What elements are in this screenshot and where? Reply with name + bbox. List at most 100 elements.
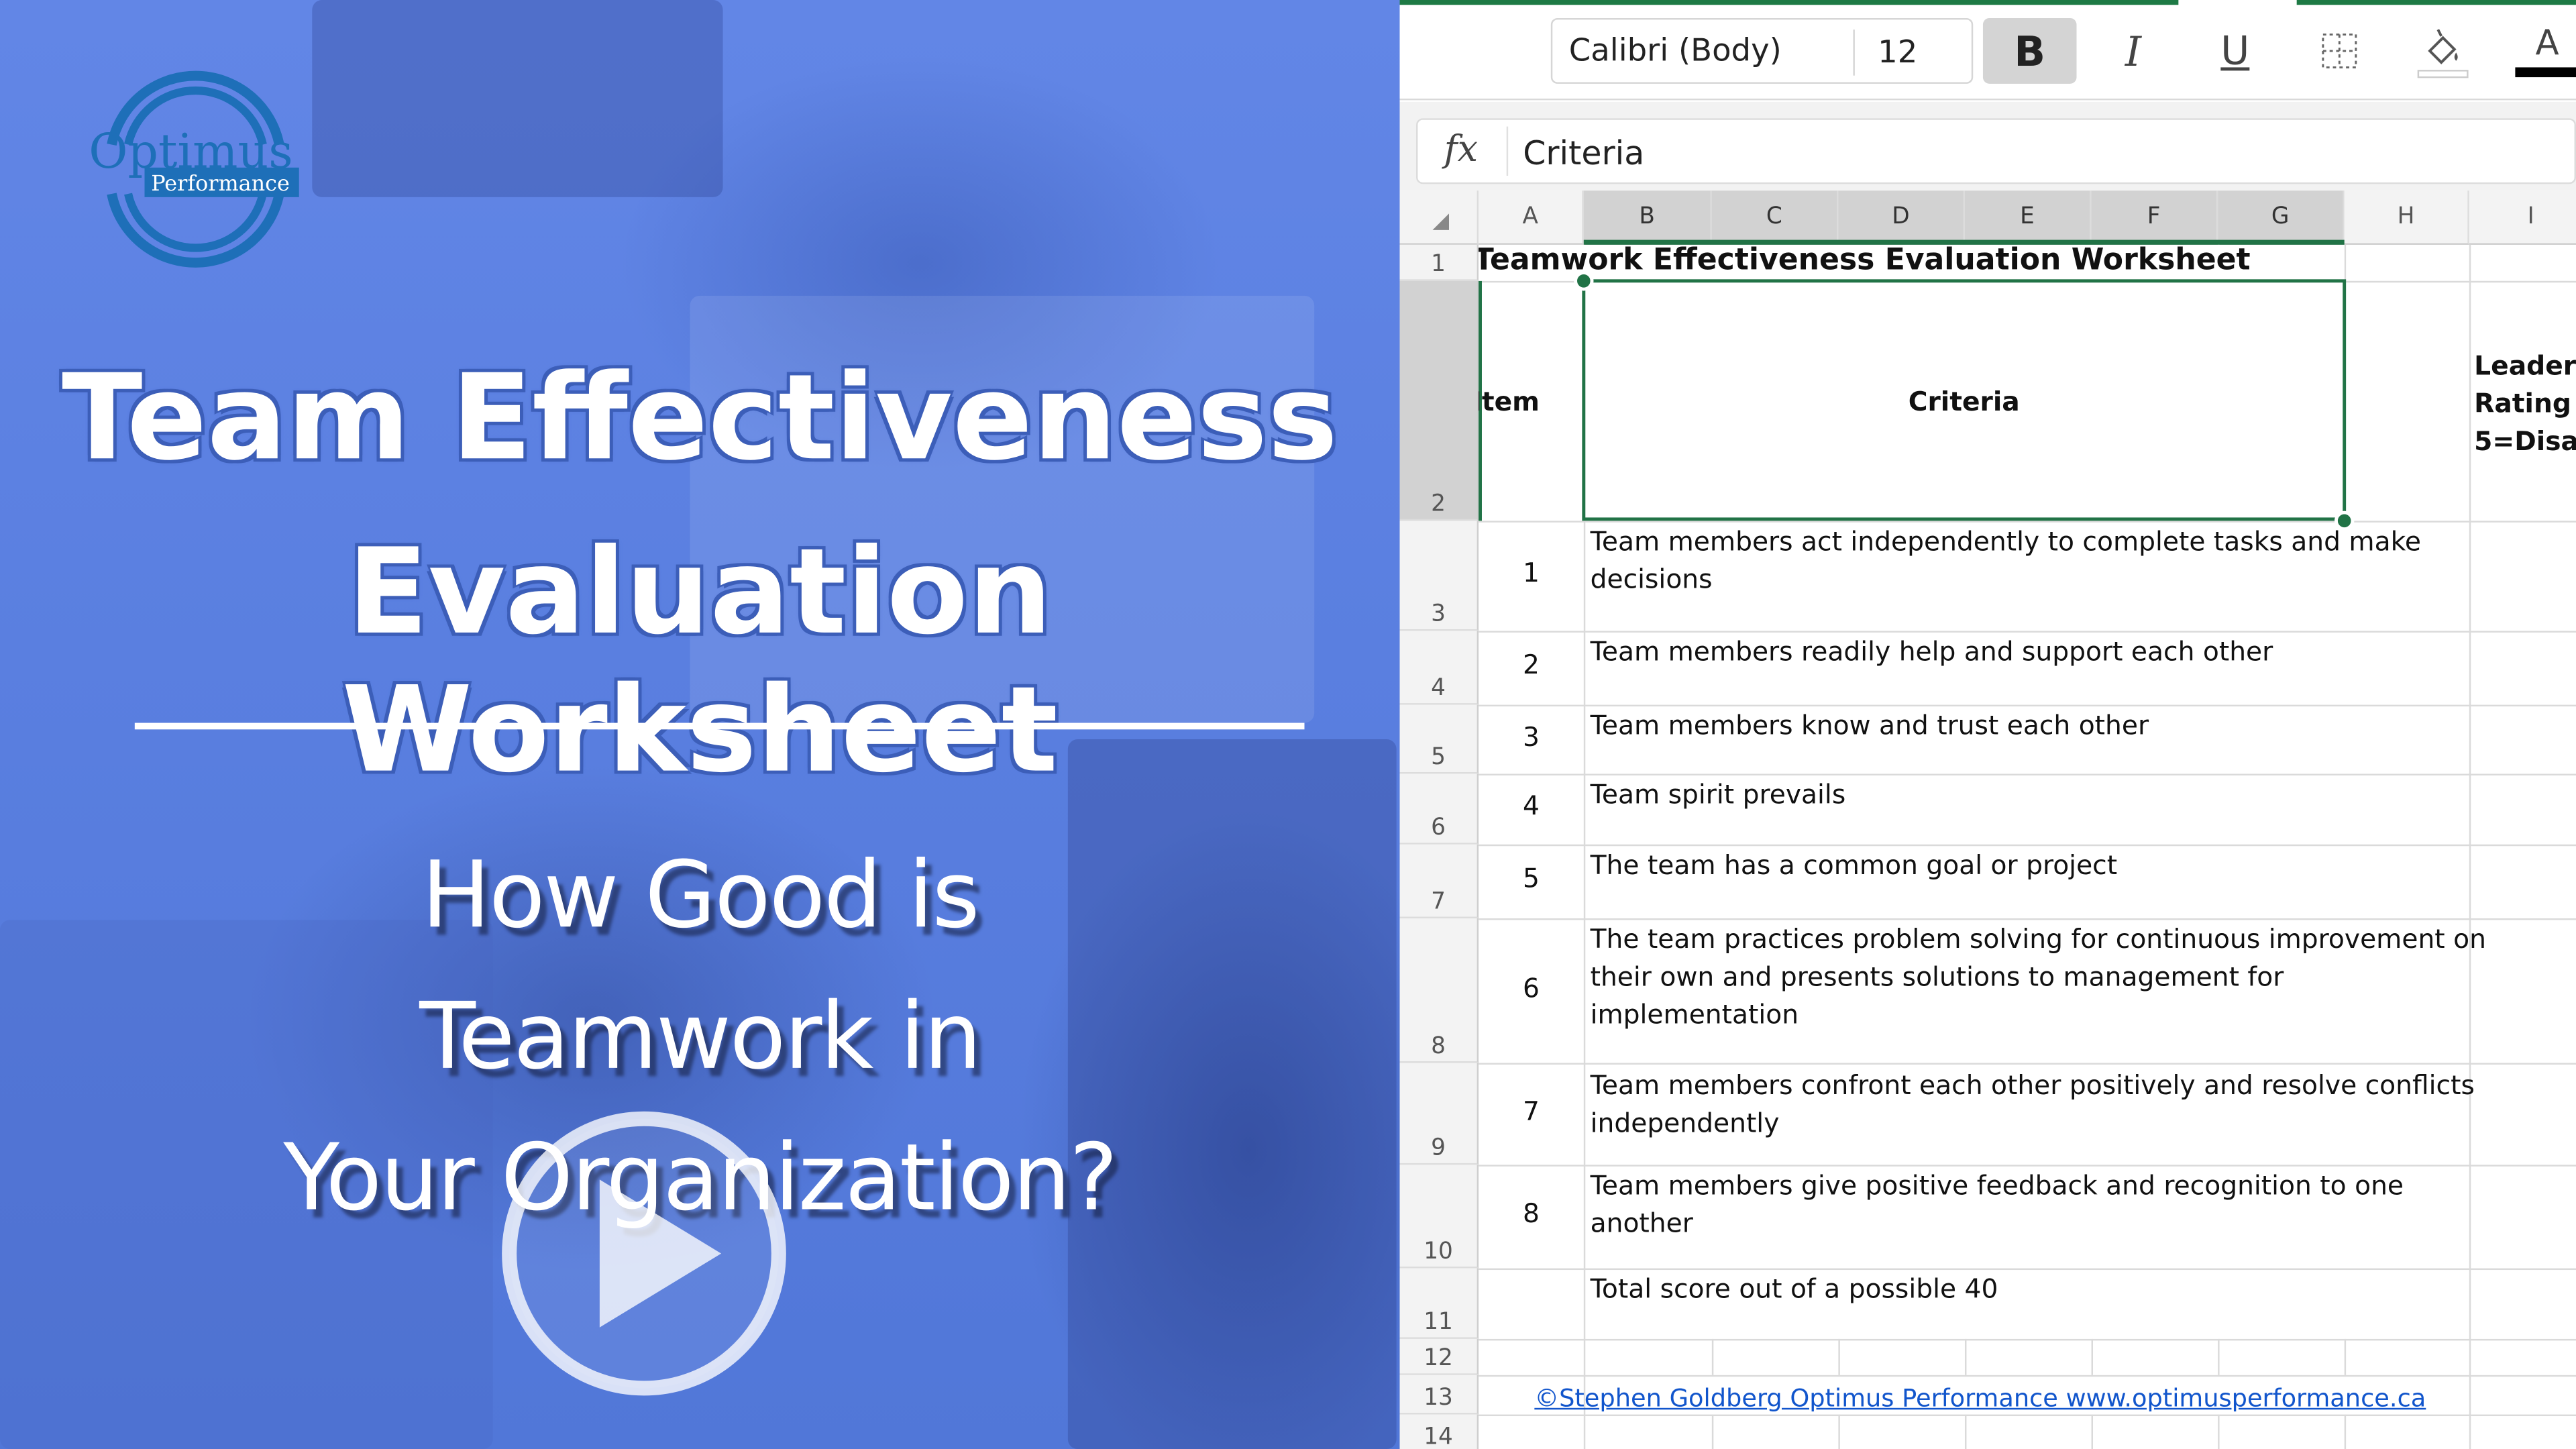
column-header-b[interactable]: B [1583,191,1712,245]
item-criteria[interactable]: The team has a common goal or project [1591,846,2469,883]
title-line-1: Team Effectiveness [62,348,1338,486]
gridline [1479,1375,2576,1377]
item-criteria[interactable]: Team members act independently to comple… [1591,523,2469,598]
fill-color-button[interactable] [2396,18,2489,84]
item-number[interactable]: 4 [1479,790,1584,822]
title-line-2: Evaluation Worksheet [341,522,1059,799]
spreadsheet-panel: Calibri (Body) 12 B I U A fx Criteria A … [1399,0,2576,1449]
bold-button[interactable]: B [1982,17,2077,84]
formatting-toolbar: Calibri (Body) 12 B I U A [1399,5,2576,101]
font-color-swatch [2514,67,2576,78]
item-number[interactable]: 1 [1479,557,1584,588]
subtitle-line-2: Teamwork in [419,983,982,1091]
rating-header-line-1: Leader/ [2474,350,2576,382]
item-criteria[interactable]: Team members give positive feedback and … [1591,1167,2469,1242]
gridline [1838,1338,1840,1375]
gridline [2344,244,2347,281]
item-header: Item [1479,386,1540,418]
italic-button[interactable]: I [2086,18,2180,84]
title-divider [134,722,1305,730]
item-criteria[interactable]: Team members confront each other positiv… [1591,1066,2477,1142]
item-criteria[interactable]: Team spirit prevails [1591,775,2469,813]
font-color-button[interactable]: A [2500,18,2576,84]
item-number[interactable]: 7 [1479,1095,1584,1127]
font-selector[interactable]: Calibri (Body) 12 [1550,17,1974,84]
select-all-corner[interactable] [1399,191,1479,245]
gridline [1479,1338,2576,1341]
item-criteria[interactable]: Team members know and trust each other [1591,706,2469,744]
gridline [2091,1338,2094,1375]
column-header-i[interactable]: I [2469,191,2576,245]
column-header-e[interactable]: E [1964,191,2092,245]
underline-button[interactable]: U [2188,18,2282,84]
selection-handle-top-left[interactable] [1574,271,1594,291]
cell-a1[interactable]: Teamwork Effectiveness Evaluation Worksh… [1479,244,2345,281]
row-header-8[interactable]: 8 [1399,918,1479,1063]
logo-tagline-text: Performance [151,170,290,196]
borders-button[interactable] [2292,18,2385,84]
gridline [1964,1338,1967,1375]
borders-icon [2321,33,2357,68]
select-all-triangle-icon [1432,213,1450,230]
optimus-logo: Optimus Performance [89,70,299,268]
row-header-13[interactable]: 13 [1399,1375,1479,1415]
selected-range[interactable] [1582,279,2347,521]
item-number[interactable]: 8 [1479,1197,1584,1229]
row-header-1[interactable]: 1 [1399,244,1479,281]
cell-h2-rating[interactable]: Leader/ Rating 1 5=Disag [2471,281,2576,521]
formula-value[interactable]: Criteria [1523,133,1644,172]
column-header-d[interactable]: D [1838,191,1965,245]
column-header-f[interactable]: F [2091,191,2218,245]
rating-header-line-3: 5=Disag [2474,425,2576,457]
cell-a2[interactable]: Item [1479,281,1584,521]
item-number[interactable]: 3 [1479,721,1584,753]
item-criteria[interactable]: The team practices problem solving for c… [1591,920,2486,1033]
subtitle-line-1: How Good is [421,843,980,950]
row-header-2[interactable]: 2 [1399,280,1479,521]
item-number[interactable]: 6 [1479,973,1584,1004]
row-header-9[interactable]: 9 [1399,1063,1479,1165]
gridline [1479,1414,2576,1417]
play-circle-icon[interactable] [498,1108,790,1400]
gridline [2344,1338,2347,1375]
row-header-11[interactable]: 11 [1399,1268,1479,1339]
font-name-value[interactable]: Calibri (Body) [1569,33,1782,69]
formula-bar: fx Criteria [1399,101,2576,191]
column-header-a[interactable]: A [1479,191,1584,245]
item-number[interactable]: 5 [1479,863,1584,894]
rating-header-line-2: Rating 1 [2474,387,2576,419]
font-color-letter: A [2535,23,2559,63]
gridline [2344,1414,2347,1449]
row-header-10[interactable]: 10 [1399,1165,1479,1269]
column-header-c[interactable]: C [1711,191,1839,245]
copyright-link[interactable]: ©Stephen Goldberg Optimus Performance ww… [1534,1383,2426,1413]
gridline [1964,1414,1967,1449]
bg-monitor-shape [312,0,723,197]
worksheet-title: Teamwork Effectiveness Evaluation Worksh… [1479,244,2251,278]
formula-input[interactable]: fx Criteria [1416,118,2576,184]
total-score-label[interactable]: Total score out of a possible 40 [1591,1270,2469,1307]
paint-bucket-icon [2416,29,2468,78]
row-header-7[interactable]: 7 [1399,844,1479,918]
gridline [1838,1414,1840,1449]
font-size-value[interactable]: 12 [1878,34,1917,70]
column-header-g[interactable]: G [2218,191,2345,245]
row-header-6[interactable]: 6 [1399,773,1479,845]
item-number[interactable]: 2 [1479,649,1584,680]
row-header-4[interactable]: 4 [1399,631,1479,705]
item-criteria[interactable]: Team members readily help and support ea… [1591,633,2469,670]
font-box-divider [1853,30,1855,76]
row-header-12[interactable]: 12 [1399,1338,1479,1375]
row-header-3[interactable]: 3 [1399,521,1479,631]
selected-columns-indicator [1583,239,2345,245]
ribbon-accent-line-2 [2296,0,2576,5]
fx-divider [1506,126,1509,176]
gridline [2218,1414,2220,1449]
gridline [2218,1338,2220,1375]
row-header-5[interactable]: 5 [1399,704,1479,774]
gridline [1711,1338,1714,1375]
row-header-14[interactable]: 14 [1399,1414,1479,1449]
gridline [1711,1414,1714,1449]
column-header-h[interactable]: H [2344,191,2469,245]
gridline [1479,1063,2576,1065]
